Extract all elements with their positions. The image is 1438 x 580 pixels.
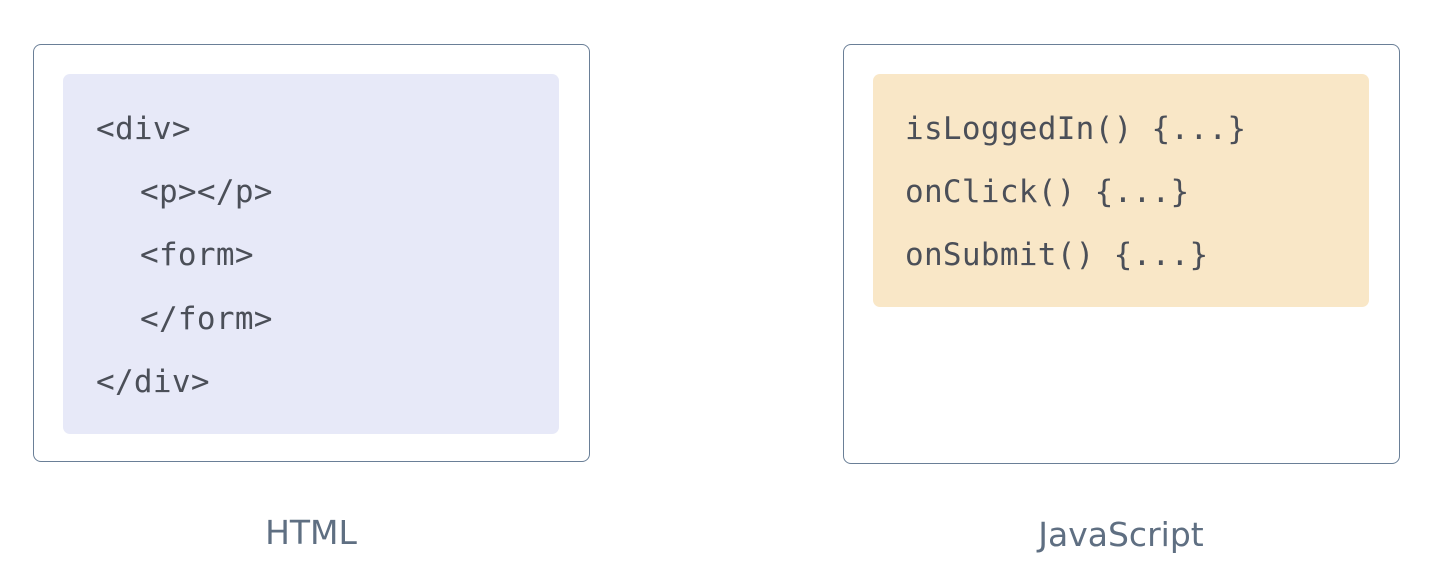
- html-panel: <div> <p></p> <form> </form> </div>: [33, 44, 590, 462]
- javascript-code-line: onSubmit() {...}: [905, 237, 1209, 273]
- javascript-code-line: onClick() {...}: [905, 174, 1190, 210]
- javascript-code-line: isLoggedIn() {...}: [905, 111, 1247, 147]
- html-code-line: </div>: [96, 364, 210, 400]
- html-caption: HTML: [265, 513, 357, 552]
- javascript-caption: JavaScript: [1038, 515, 1204, 554]
- html-code-line: <div>: [96, 111, 191, 147]
- html-code-line: </form>: [140, 301, 273, 337]
- html-code-line: <form>: [140, 237, 254, 273]
- html-code-line: <p></p>: [140, 174, 273, 210]
- javascript-code-block: isLoggedIn() {...} onClick() {...} onSub…: [873, 74, 1369, 307]
- html-code-block: <div> <p></p> <form> </form> </div>: [63, 74, 559, 434]
- javascript-panel: isLoggedIn() {...} onClick() {...} onSub…: [843, 44, 1400, 464]
